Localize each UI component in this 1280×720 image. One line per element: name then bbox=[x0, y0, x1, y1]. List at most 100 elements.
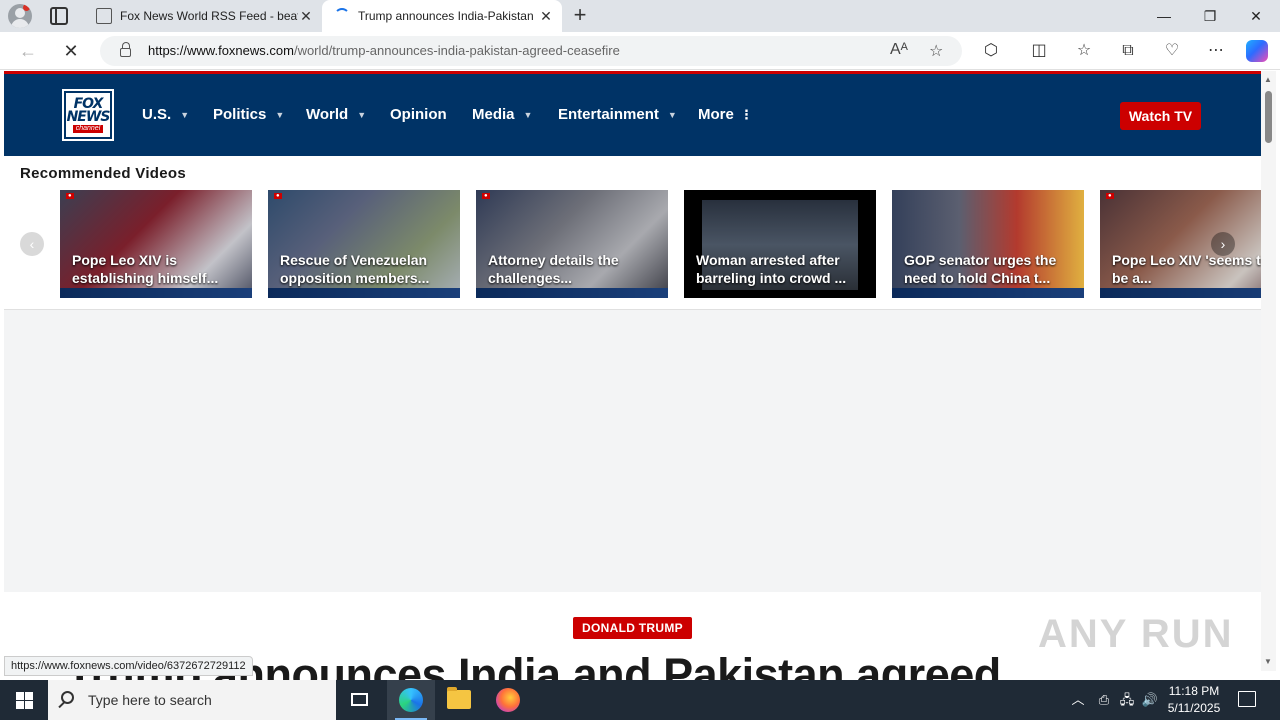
caret-down-icon: ▼ bbox=[523, 109, 533, 120]
tab-title: Trump announces India-Pakistan bbox=[358, 9, 534, 23]
profile-avatar-icon[interactable] bbox=[8, 4, 32, 28]
anyrun-watermark: ANY RUN bbox=[1038, 612, 1234, 656]
caret-down-icon: ▼ bbox=[357, 109, 367, 120]
scroll-up-icon[interactable]: ▲ bbox=[1264, 75, 1272, 84]
nav-item-more[interactable]: More ⋮ bbox=[698, 106, 753, 123]
nav-item-politics[interactable]: Politics ▼ bbox=[213, 106, 284, 123]
nav-item-opinion[interactable]: Opinion bbox=[390, 106, 447, 123]
device-icon[interactable]: ⎙ bbox=[1094, 680, 1114, 720]
clock-time: 11:18 PM bbox=[1168, 684, 1220, 698]
lock-icon[interactable] bbox=[120, 42, 131, 57]
site-header: FOX NEWS channel U.S. ▼ Politics ▼ World ▼ … bbox=[4, 71, 1261, 156]
windows-taskbar: Type here to search ︿ ⎙ 🖧 🔊 11:18 PM 5/1… bbox=[0, 680, 1280, 720]
edge-browser-icon bbox=[399, 688, 423, 712]
copilot-icon[interactable] bbox=[1246, 40, 1268, 62]
folder-icon bbox=[447, 687, 471, 709]
caret-down-icon: ▼ bbox=[275, 109, 285, 120]
news-ticker-strip bbox=[268, 288, 460, 298]
address-toolbar: ← ✕ https://www.foxnews.com/world/trump-… bbox=[0, 32, 1280, 70]
start-button[interactable] bbox=[0, 680, 48, 720]
taskbar-edge[interactable] bbox=[387, 680, 435, 720]
taskbar-clock[interactable]: 11:18 PM 5/11/2025 bbox=[1160, 683, 1228, 717]
volume-icon[interactable]: 🔊 bbox=[1140, 680, 1160, 720]
live-badge-icon: ● bbox=[66, 193, 74, 199]
favorite-star-icon[interactable]: ☆ bbox=[929, 41, 943, 61]
caret-down-icon: ▼ bbox=[667, 109, 677, 120]
extensions-icon[interactable]: ⬡ bbox=[980, 40, 1002, 62]
url-text[interactable]: https://www.foxnews.com/world/trump-anno… bbox=[148, 43, 620, 58]
video-card[interactable]: ● Pope Leo XIV 'seems to be a... bbox=[1100, 190, 1261, 298]
loading-spinner-icon bbox=[334, 8, 350, 24]
carousel-next-icon[interactable]: › bbox=[1211, 232, 1235, 256]
video-card[interactable]: GOP senator urges the need to hold China… bbox=[892, 190, 1084, 298]
back-arrow-icon[interactable]: ← bbox=[17, 40, 39, 62]
video-card[interactable]: ● Attorney details the challenges... bbox=[476, 190, 668, 298]
browser-essentials-icon[interactable]: ♡ bbox=[1161, 40, 1183, 62]
notifications-icon[interactable] bbox=[1238, 691, 1256, 707]
video-caption: Rescue of Venezuelan opposition members.… bbox=[280, 252, 430, 286]
news-ticker-strip bbox=[60, 288, 252, 298]
video-caption: Woman arrested after barreling into crow… bbox=[696, 252, 847, 286]
stop-loading-icon[interactable]: ✕ bbox=[60, 40, 82, 62]
video-card[interactable]: ● Rescue of Venezuelan opposition member… bbox=[268, 190, 460, 298]
clock-date: 5/11/2025 bbox=[1167, 701, 1221, 715]
scroll-down-icon[interactable]: ▼ bbox=[1264, 657, 1272, 666]
taskbar-search[interactable]: Type here to search bbox=[48, 680, 336, 720]
new-tab-icon[interactable]: + bbox=[568, 4, 592, 26]
windows-logo-icon bbox=[16, 692, 33, 709]
search-placeholder: Type here to search bbox=[88, 692, 212, 708]
nav-item-media[interactable]: Media ▼ bbox=[472, 106, 532, 123]
category-badge[interactable]: DONALD TRUMP bbox=[573, 617, 692, 639]
search-icon bbox=[61, 691, 74, 704]
nav-item-us[interactable]: U.S. ▼ bbox=[142, 106, 189, 123]
nav-item-entertainment[interactable]: Entertainment ▼ bbox=[558, 106, 677, 123]
video-caption: Pope Leo XIV 'seems to be a... bbox=[1112, 252, 1261, 286]
close-tab-icon[interactable]: ✕ bbox=[538, 8, 554, 25]
live-badge-icon: ● bbox=[482, 193, 490, 199]
nav-item-world[interactable]: World ▼ bbox=[306, 106, 366, 123]
page-scrollbar[interactable]: ▲ ▼ bbox=[1261, 71, 1276, 671]
live-badge-icon: ● bbox=[274, 193, 282, 199]
caret-down-icon: ▼ bbox=[180, 109, 190, 120]
split-screen-icon[interactable]: ◫ bbox=[1028, 40, 1050, 62]
video-card[interactable]: ● Pope Leo XIV is establishing himself..… bbox=[60, 190, 252, 298]
browser-tab-bar: Fox News World RSS Feed - beat ✕ Trump a… bbox=[0, 0, 1280, 32]
restore-icon[interactable]: ❐ bbox=[1187, 0, 1233, 32]
collections-icon[interactable]: ⧉ bbox=[1117, 40, 1139, 62]
network-icon[interactable]: 🖧 bbox=[1117, 680, 1137, 720]
tab-actions-icon[interactable] bbox=[50, 7, 68, 25]
browser-tab-1[interactable]: Fox News World RSS Feed - beat ✕ bbox=[84, 0, 322, 32]
taskbar-file-explorer[interactable] bbox=[435, 680, 483, 720]
video-caption: Attorney details the challenges... bbox=[488, 252, 619, 286]
settings-more-icon[interactable]: ⋯ bbox=[1205, 40, 1227, 62]
tab-title: Fox News World RSS Feed - beat bbox=[120, 9, 298, 23]
more-dots-icon: ⋮ bbox=[739, 106, 753, 122]
url-bar[interactable]: https://www.foxnews.com/world/trump-anno… bbox=[100, 36, 962, 66]
web-page: FOX NEWS channel U.S. ▼ Politics ▼ World ▼ … bbox=[4, 71, 1261, 680]
live-badge-icon: ● bbox=[1106, 193, 1114, 199]
show-hidden-icons-icon[interactable]: ︿ bbox=[1068, 680, 1088, 720]
video-card[interactable]: Woman arrested after barreling into crow… bbox=[684, 190, 876, 298]
news-ticker-strip bbox=[476, 288, 668, 298]
close-tab-icon[interactable]: ✕ bbox=[298, 8, 314, 25]
scrollbar-thumb[interactable] bbox=[1265, 91, 1272, 143]
carousel-prev-icon[interactable]: ‹ bbox=[20, 232, 44, 256]
task-view-icon bbox=[351, 693, 368, 706]
news-ticker-strip bbox=[1100, 288, 1261, 298]
recommended-videos-title: Recommended Videos bbox=[20, 165, 187, 182]
ad-placeholder bbox=[4, 310, 1261, 592]
news-ticker-strip bbox=[892, 288, 1084, 298]
page-icon bbox=[96, 8, 112, 24]
minimize-icon[interactable]: — bbox=[1141, 0, 1187, 32]
browser-tab-2[interactable]: Trump announces India-Pakistan ✕ bbox=[322, 0, 562, 32]
video-caption: GOP senator urges the need to hold China… bbox=[904, 252, 1057, 286]
fox-news-logo[interactable]: FOX NEWS channel bbox=[62, 89, 114, 141]
task-view-button[interactable] bbox=[336, 680, 384, 720]
favorites-icon[interactable]: ☆ bbox=[1073, 40, 1095, 62]
firefox-icon bbox=[496, 688, 520, 712]
read-aloud-icon[interactable]: Aᴬ bbox=[890, 41, 908, 59]
taskbar-firefox[interactable] bbox=[484, 680, 532, 720]
watch-tv-button[interactable]: Watch TV bbox=[1120, 102, 1201, 130]
link-status-bar: https://www.foxnews.com/video/6372672729… bbox=[4, 656, 253, 676]
close-window-icon[interactable]: ✕ bbox=[1233, 0, 1279, 32]
